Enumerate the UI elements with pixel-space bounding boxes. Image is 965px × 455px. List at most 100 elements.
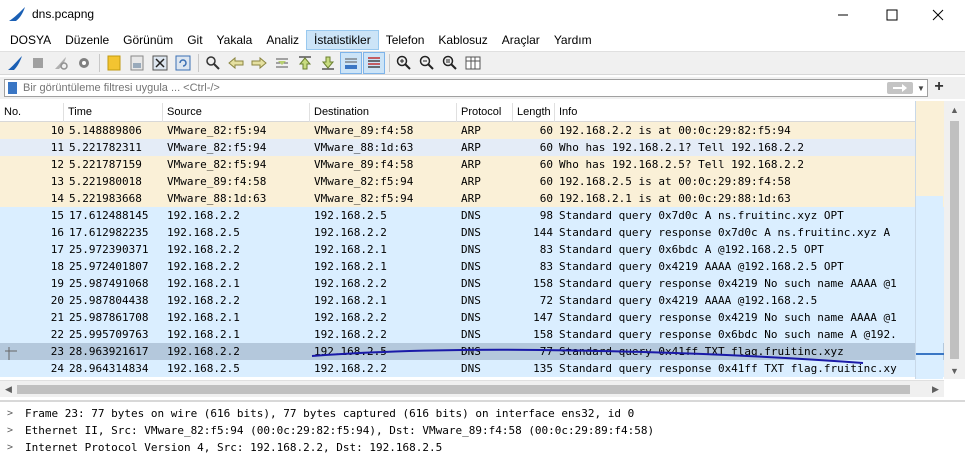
horizontal-scroll-thumb[interactable] (17, 385, 910, 394)
packet-list-horizontal-scrollbar[interactable]: ◀ ▶ (0, 380, 944, 397)
add-filter-button[interactable]: + (932, 78, 946, 96)
column-header-protocol[interactable]: Protocol (457, 103, 513, 122)
reload-file-button[interactable] (172, 52, 194, 74)
column-header-source[interactable]: Source (163, 103, 310, 122)
packet-cell-no: 17 (50, 243, 64, 256)
packet-row[interactable]: 14 5.221983668 VMware_88:1d:63 VMware_82:f5… (0, 190, 944, 207)
go-first-button[interactable] (294, 52, 316, 74)
open-file-icon (107, 55, 121, 71)
packet-minimap[interactable] (915, 101, 944, 379)
chevron-down-icon: ▼ (917, 83, 925, 93)
scroll-up-icon[interactable]: ▲ (944, 101, 965, 118)
toolbar-separator (99, 54, 100, 72)
packet-cell-src: VMware_82:f5:94 (167, 158, 267, 171)
menu-go[interactable]: Git (180, 30, 209, 50)
detail-frame[interactable]: > Frame 23: 77 bytes on wire (616 bits),… (0, 405, 965, 422)
zoom-normal-button[interactable] (439, 52, 461, 74)
packet-cell-src: 192.168.2.1 (167, 277, 240, 290)
go-forward-button[interactable] (248, 52, 270, 74)
packet-cell-len: 60 (539, 124, 553, 137)
go-to-packet-icon (276, 58, 288, 68)
expand-arrow-icon[interactable]: > (7, 439, 17, 455)
column-header-destination[interactable]: Destination (310, 103, 457, 122)
packet-cell-dst: 192.168.2.5 (314, 209, 387, 222)
packet-cell-info: Standard query response 0x4219 No such n… (559, 277, 897, 290)
autoscroll-button[interactable] (340, 52, 362, 74)
packet-cell-info: Standard query response 0x6bdc No such n… (559, 328, 897, 341)
scroll-right-icon[interactable]: ▶ (927, 381, 944, 398)
menu-analyze[interactable]: Analiz (259, 30, 306, 50)
menu-help[interactable]: Yardım (547, 30, 599, 50)
scroll-down-icon[interactable]: ▼ (944, 362, 965, 379)
colorize-button[interactable] (363, 52, 385, 74)
menu-wireless[interactable]: Kablosuz (431, 30, 494, 50)
packet-cell-dst: 192.168.2.2 (314, 328, 387, 341)
packet-row[interactable]: 17 25.972390371 192.168.2.2 192.168.2.1 DNS 8… (0, 241, 944, 258)
resize-columns-button[interactable] (462, 52, 484, 74)
selected-packet-row[interactable]: 23 28.963921617 192.168.2.2 192.168.2.5 DNS 7… (0, 343, 944, 360)
packet-row[interactable]: 15 17.612488145 192.168.2.2 192.168.2.5 DNS 9… (0, 207, 944, 224)
packet-cell-dst: 192.168.2.1 (314, 243, 387, 256)
packet-row[interactable]: 16 17.612982235 192.168.2.5 192.168.2.2 DNS 1… (0, 224, 944, 241)
go-back-button[interactable] (225, 52, 247, 74)
packet-row[interactable]: 12 5.221787159 VMware_82:f5:94 VMware_89:f4… (0, 156, 944, 173)
packet-row[interactable]: 24 28.964314834 192.168.2.5 192.168.2.2 DNS 1… (0, 360, 944, 377)
packet-row[interactable]: 22 25.995709763 192.168.2.1 192.168.2.2 DNS 1… (0, 326, 944, 343)
detail-ethernet[interactable]: > Ethernet II, Src: VMware_82:f5:94 (00:… (0, 422, 965, 439)
menu-telephony[interactable]: Telefon (379, 30, 432, 50)
packet-cell-len: 144 (533, 226, 553, 239)
menu-file[interactable]: DOSYA (3, 30, 58, 50)
zoom-in-button[interactable] (393, 52, 415, 74)
close-file-button[interactable] (149, 52, 171, 74)
filter-history-dropdown[interactable]: ▼ (917, 83, 925, 93)
minimize-button[interactable] (820, 0, 866, 30)
expand-arrow-icon[interactable]: > (7, 422, 17, 439)
open-file-button[interactable] (103, 52, 125, 74)
close-button[interactable] (915, 0, 961, 30)
packet-cell-proto: ARP (461, 141, 481, 154)
packet-row[interactable]: 20 25.987804438 192.168.2.2 192.168.2.1 DNS 7… (0, 292, 944, 309)
packet-list-vertical-scrollbar[interactable]: ▲ ▼ (944, 101, 965, 379)
menu-edit[interactable]: Düzenle (58, 30, 116, 50)
packet-cell-info: Standard query 0x6bdc A @192.168.2.5 OPT (559, 243, 824, 256)
apply-filter-button[interactable] (887, 82, 913, 94)
packet-row[interactable]: 18 25.972401807 192.168.2.2 192.168.2.1 DNS 8… (0, 258, 944, 275)
column-header-no[interactable]: No. (0, 103, 64, 122)
go-to-packet-button[interactable] (271, 52, 293, 74)
start-capture-button[interactable] (4, 52, 26, 74)
packet-row[interactable]: 10 5.148889806 VMware_82:f5:94 VMware_89:f4… (0, 122, 944, 139)
capture-options-button[interactable] (73, 52, 95, 74)
column-header-info[interactable]: Info (555, 103, 915, 122)
zoom-out-button[interactable] (416, 52, 438, 74)
menu-capture[interactable]: Yakala (210, 30, 260, 50)
packet-cell-time: 25.995709763 (69, 328, 149, 341)
packet-row[interactable]: 11 5.221782311 VMware_82:f5:94 VMware_88:1d… (0, 139, 944, 156)
vertical-scroll-thumb[interactable] (950, 121, 959, 359)
packet-cell-proto: DNS (461, 209, 481, 222)
filter-bookmark-icon[interactable] (8, 82, 17, 94)
packet-row[interactable]: 19 25.987491068 192.168.2.1 192.168.2.2 DNS 1… (0, 275, 944, 292)
menu-statistics[interactable]: İstatistikler (306, 30, 379, 50)
expand-arrow-icon[interactable]: > (7, 405, 17, 422)
find-packet-button[interactable] (202, 52, 224, 74)
menu-bar: DOSYA Düzenle Görünüm Git Yakala Analiz … (0, 30, 965, 50)
menu-tools[interactable]: Araçlar (495, 30, 547, 50)
packet-cell-len: 147 (533, 311, 553, 324)
stop-capture-button[interactable] (27, 52, 49, 74)
save-file-button[interactable] (126, 52, 148, 74)
packet-cell-src: 192.168.2.5 (167, 226, 240, 239)
maximize-button[interactable] (869, 0, 915, 30)
find-packet-icon (206, 56, 220, 70)
detail-ipv4[interactable]: > Internet Protocol Version 4, Src: 192.… (0, 439, 965, 455)
packet-row[interactable]: 21 25.987861708 192.168.2.1 192.168.2.2 DNS 1… (0, 309, 944, 326)
column-header-length[interactable]: Length (513, 103, 555, 122)
packet-cell-time: 17.612982235 (69, 226, 149, 239)
menu-view[interactable]: Görünüm (116, 30, 180, 50)
go-last-button[interactable] (317, 52, 339, 74)
column-header-time[interactable]: Time (64, 103, 163, 122)
packet-cell-proto: DNS (461, 226, 481, 239)
packet-row[interactable]: 13 5.221980018 VMware_89:f4:58 VMware_82:f5… (0, 173, 944, 190)
display-filter-input[interactable] (23, 80, 863, 96)
scroll-left-icon[interactable]: ◀ (0, 381, 17, 398)
restart-capture-button[interactable] (50, 52, 72, 74)
